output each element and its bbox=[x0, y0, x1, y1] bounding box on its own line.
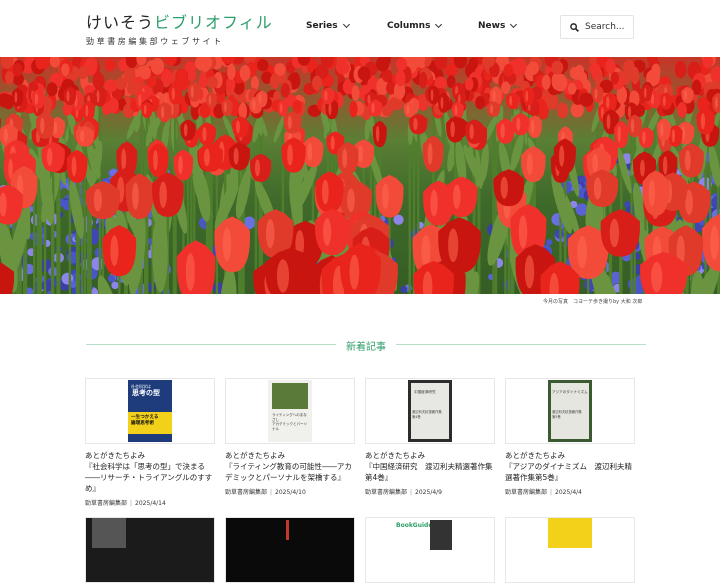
section-heading: 新着記事 bbox=[86, 338, 646, 353]
article-thumbnail[interactable] bbox=[505, 517, 635, 583]
article-card[interactable]: ライティングへのまなざし アカデミックとパーソナル あとがきたちよみ 『ライティ… bbox=[225, 378, 355, 496]
logo-subtitle: 勁草書房編集部ウェブサイト bbox=[86, 37, 224, 46]
book-cover: 社会科学は 思考の型 一生つかえる 論理思考術 bbox=[128, 380, 172, 442]
cover-band-text: 一生つかえる 論理思考術 bbox=[131, 415, 159, 426]
nav-news-label: News bbox=[478, 21, 506, 31]
chevron-down-icon bbox=[342, 20, 350, 29]
logo-accent-text: ビブリオフィル bbox=[154, 13, 273, 32]
hero-image bbox=[0, 57, 720, 294]
thumbnail-image bbox=[430, 520, 452, 550]
book-cover: ライティングへのまなざし アカデミックとパーソナル bbox=[268, 380, 312, 442]
tulip-field-photo bbox=[0, 57, 720, 294]
article-title[interactable]: あとがきたちよみ 『アジアのダイナミズム 渡辺利夫精選著作集第5巻』 bbox=[505, 450, 635, 483]
article-thumbnail[interactable]: 社会科学は 思考の型 一生つかえる 論理思考術 bbox=[85, 378, 215, 444]
section-title: 新着記事 bbox=[346, 342, 386, 353]
article-title[interactable]: あとがきたちよみ 『社会科学は「思考の型」で決まる――リサーチ・トライアングルの… bbox=[85, 450, 215, 494]
article-thumbnail[interactable]: ライティングへのまなざし アカデミックとパーソナル bbox=[225, 378, 355, 444]
cover-text: 渡辺利夫精選著作集 第5巻 bbox=[552, 410, 582, 419]
book-cover: 中国経済研究 渡辺利夫精選著作集 第4巻 bbox=[408, 380, 452, 442]
nav-series[interactable]: Series bbox=[306, 20, 350, 31]
nav-columns[interactable]: Columns bbox=[387, 20, 443, 31]
article-meta: 勁草書房編集部 | 2025/4/14 bbox=[85, 500, 166, 507]
article-card[interactable] bbox=[225, 517, 355, 583]
chevron-down-icon bbox=[435, 20, 443, 29]
cover-title: 思考の型 bbox=[132, 389, 160, 397]
cover-image bbox=[272, 383, 308, 409]
article-card[interactable]: 中国経済研究 渡辺利夫精選著作集 第4巻 あとがきたちよみ 『中国経済研究 渡辺… bbox=[365, 378, 495, 496]
article-meta: 勁草書房編集部 | 2025/4/10 bbox=[225, 489, 306, 496]
article-thumbnail[interactable] bbox=[225, 517, 355, 583]
book-cover bbox=[548, 518, 592, 548]
article-date: 2025/4/14 bbox=[135, 500, 166, 507]
article-title[interactable]: あとがきたちよみ 『ライティング教育の可能性――アカデミックとパーソナルを架橋す… bbox=[225, 450, 355, 483]
cover-text: 渡辺利夫精選著作集 第4巻 bbox=[412, 410, 442, 419]
thumbnail-image bbox=[92, 518, 126, 548]
nav-news[interactable]: News bbox=[478, 20, 518, 31]
article-meta: 勁草書房編集部 | 2025/4/9 bbox=[365, 489, 442, 496]
nav-series-label: Series bbox=[306, 21, 338, 31]
cover-title: 中国経済研究 bbox=[414, 390, 436, 394]
article-card[interactable] bbox=[85, 517, 215, 583]
article-date: 2025/4/4 bbox=[555, 489, 582, 496]
article-card[interactable]: 社会科学は 思考の型 一生つかえる 論理思考術 あとがきたちよみ 『社会科学は「… bbox=[85, 378, 215, 507]
article-thumbnail[interactable]: アジアのダイナミズム 渡辺利夫精選著作集 第5巻 bbox=[505, 378, 635, 444]
article-card[interactable]: アジアのダイナミズム 渡辺利夫精選著作集 第5巻 あとがきたちよみ 『アジアのダ… bbox=[505, 378, 635, 496]
cover-title: アジアのダイナミズム bbox=[552, 390, 588, 394]
cover-band: 一生つかえる 論理思考術 bbox=[128, 412, 172, 434]
divider bbox=[396, 344, 646, 345]
search-box[interactable] bbox=[560, 15, 634, 39]
article-author: 勁草書房編集部 bbox=[85, 500, 128, 507]
article-card[interactable]: BookGuide for bbox=[365, 517, 495, 583]
book-cover: アジアのダイナミズム 渡辺利夫精選著作集 第5巻 bbox=[548, 380, 592, 442]
article-author: 勁草書房編集部 bbox=[365, 489, 408, 496]
site-logo[interactable]: けいそうビブリオフィル 勁草書房編集部ウェブサイト bbox=[86, 12, 273, 47]
article-author: 勁草書房編集部 bbox=[225, 489, 268, 496]
cover-text: ライティングへのまなざし アカデミックとパーソナル bbox=[272, 413, 307, 431]
logo-main-text: けいそう bbox=[86, 13, 155, 32]
nav-columns-label: Columns bbox=[387, 21, 431, 31]
article-meta: 勁草書房編集部 | 2025/4/4 bbox=[505, 489, 582, 496]
site-header: けいそうビブリオフィル 勁草書房編集部ウェブサイト Series Columns… bbox=[0, 0, 720, 56]
article-date: 2025/4/10 bbox=[275, 489, 306, 496]
search-icon[interactable] bbox=[570, 22, 579, 32]
article-date: 2025/4/9 bbox=[415, 489, 442, 496]
search-input[interactable] bbox=[585, 22, 631, 32]
article-thumbnail[interactable]: 中国経済研究 渡辺利夫精選著作集 第4巻 bbox=[365, 378, 495, 444]
article-author: 勁草書房編集部 bbox=[505, 489, 548, 496]
article-card[interactable] bbox=[505, 517, 635, 583]
article-title[interactable]: あとがきたちよみ 『中国経済研究 渡辺利夫精選著作集 第4巻』 bbox=[365, 450, 495, 483]
chevron-down-icon bbox=[510, 20, 518, 29]
hero-caption: 今月の写真 コヨーテ歩き撮りby 大和 次郎 bbox=[543, 299, 643, 305]
thumbnail-image bbox=[286, 520, 289, 540]
logo-title: けいそうビブリオフィル bbox=[86, 12, 273, 34]
article-thumbnail[interactable] bbox=[85, 517, 215, 583]
article-thumbnail[interactable]: BookGuide for bbox=[365, 517, 495, 583]
